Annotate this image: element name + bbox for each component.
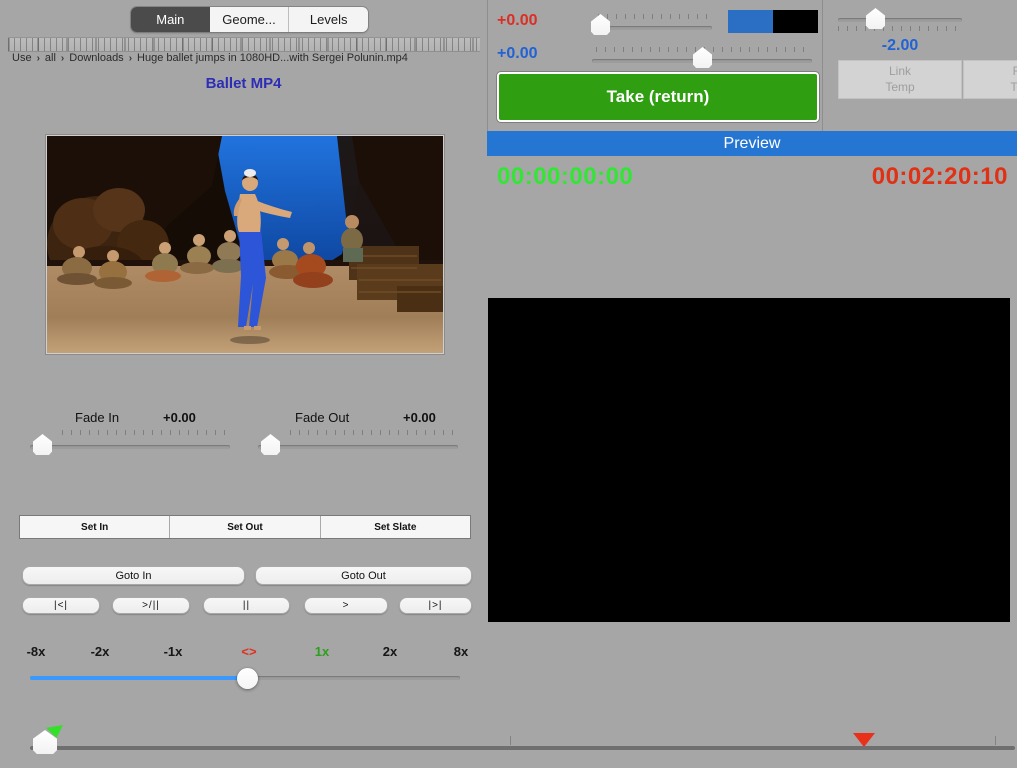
breadcrumb-item[interactable]: Use [12, 52, 32, 64]
tab-main[interactable]: Main [131, 7, 210, 32]
mixer-blue-value: +0.00 [497, 45, 537, 63]
fade-out-label: Fade Out [295, 410, 349, 425]
timecode-remaining: 00:02:20:10 [845, 163, 1008, 191]
timeline-tick [995, 736, 996, 745]
fade-in-slider[interactable] [30, 445, 230, 449]
preview-header: Preview [487, 131, 1017, 156]
speed-label-loop[interactable]: <> [241, 644, 256, 659]
chevron-right-icon: › [129, 53, 132, 64]
speed-label-neg1x[interactable]: -1x [164, 644, 183, 659]
link-temp-button[interactable]: Link Temp [838, 60, 962, 99]
goto-in-button[interactable]: Goto In [22, 566, 245, 585]
mixer-slider-a-ticks [598, 14, 712, 19]
fade-out-ticks [290, 430, 458, 435]
fade-in-slider-thumb[interactable] [33, 434, 52, 455]
temp-slider-thumb[interactable] [866, 8, 885, 29]
speed-label-8x[interactable]: 8x [454, 644, 468, 659]
fade-out-slider-thumb[interactable] [261, 434, 280, 455]
panel-divider [822, 0, 823, 131]
panel-divider [487, 0, 488, 131]
speed-label-neg2x[interactable]: -2x [91, 644, 110, 659]
goto-out-button[interactable]: Goto Out [255, 566, 472, 585]
breadcrumb: Use › all › Downloads › Huge ballet jumps in 1… [12, 52, 482, 64]
chevron-right-icon: › [37, 53, 40, 64]
pause-button[interactable]: || [203, 597, 290, 614]
playout-app-window: Main Geome... Levels Use › all › Downloads › H… [0, 0, 1017, 768]
video-thumbnail[interactable] [46, 135, 444, 354]
output-color-swatch [728, 10, 818, 33]
speed-label-2x[interactable]: 2x [383, 644, 397, 659]
set-slate-button[interactable]: Set Slate [320, 516, 470, 538]
speed-slider-fill [30, 676, 248, 680]
temp-value: -2.00 [838, 37, 962, 55]
speed-label-1x[interactable]: 1x [315, 644, 329, 659]
timeline-out-marker[interactable] [853, 733, 875, 747]
fade-in-value: +0.00 [163, 410, 196, 425]
temp-slider[interactable] [838, 18, 962, 22]
swatch-black [773, 10, 818, 33]
speed-slider-thumb[interactable] [237, 668, 258, 689]
timeline-tick [510, 736, 511, 745]
fade-in-ticks [62, 430, 232, 435]
timecode-current: 00:00:00:00 [497, 163, 633, 191]
free-temp-button[interactable]: Free Temp [963, 60, 1017, 99]
set-in-button[interactable]: Set In [20, 516, 169, 538]
preview-title: Preview [724, 135, 781, 153]
temp-slider-ticks [838, 26, 962, 31]
take-button[interactable]: Take (return) [497, 72, 819, 122]
clip-title: Ballet MP4 [0, 75, 487, 92]
breadcrumb-item-filename[interactable]: Huge ballet jumps in 1080HD...with Serge… [137, 52, 408, 64]
ballet-scene-illustration [47, 136, 443, 353]
tab-levels[interactable]: Levels [288, 7, 368, 32]
tab-geometry[interactable]: Geome... [210, 7, 289, 32]
breadcrumb-item[interactable]: Downloads [69, 52, 123, 64]
speed-label-neg8x[interactable]: -8x [27, 644, 46, 659]
preview-monitor [488, 298, 1010, 622]
mixer-red-value: +0.00 [497, 12, 537, 30]
breadcrumb-item[interactable]: all [45, 52, 56, 64]
set-out-button[interactable]: Set Out [169, 516, 319, 538]
swatch-blue [728, 10, 773, 33]
fade-in-label: Fade In [75, 410, 119, 425]
go-to-end-button[interactable]: |>| [399, 597, 472, 614]
go-to-start-button[interactable]: |<| [22, 597, 100, 614]
play-pause-button[interactable]: >/|| [112, 597, 190, 614]
play-button[interactable]: > [304, 597, 388, 614]
view-tabbar: Main Geome... Levels [131, 7, 368, 32]
jog-strip[interactable] [8, 37, 480, 52]
fade-out-value: +0.00 [403, 410, 436, 425]
fade-out-slider[interactable] [258, 445, 458, 449]
chevron-right-icon: › [61, 53, 64, 64]
mixer-slider-a[interactable] [592, 26, 712, 30]
set-marks-bar: Set In Set Out Set Slate [20, 516, 470, 538]
